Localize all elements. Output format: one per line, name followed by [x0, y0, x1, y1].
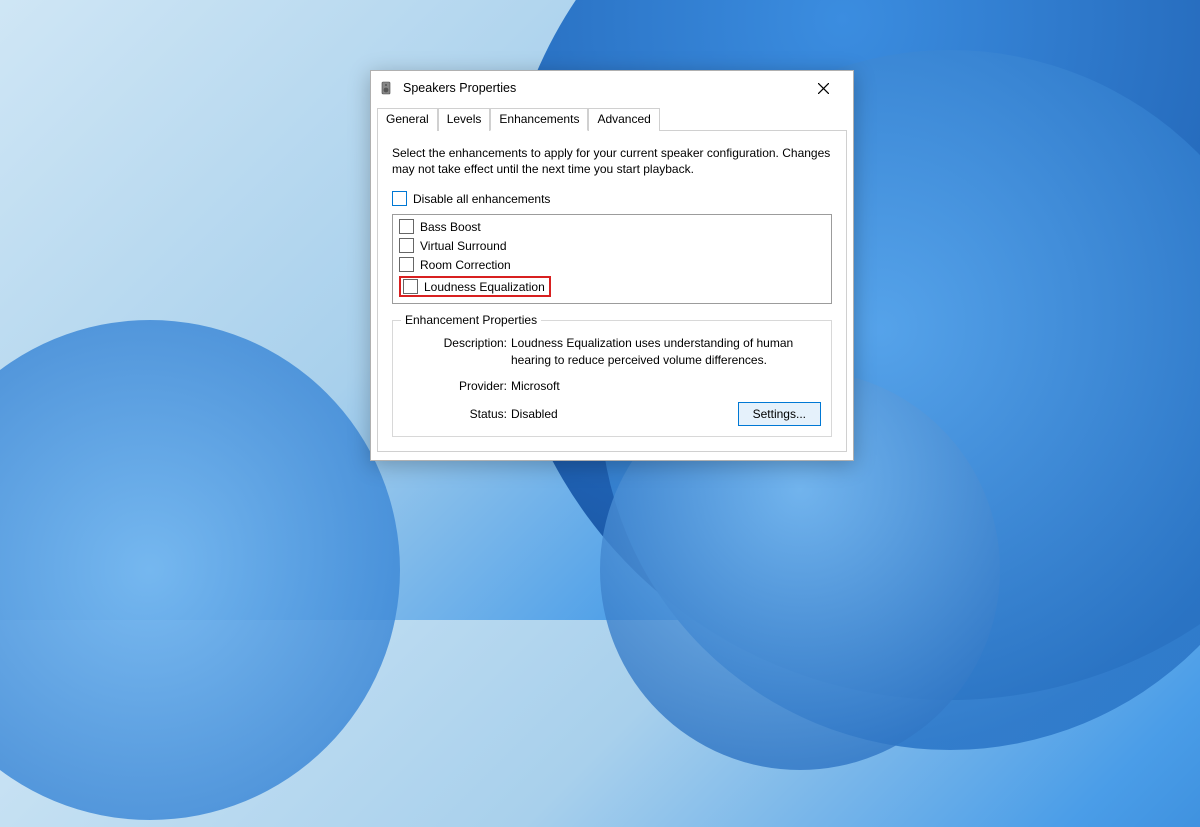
description-label: Description: — [403, 335, 511, 367]
loudness-eq-highlight: Loudness Equalization — [399, 276, 551, 297]
list-item-room-correction[interactable]: Room Correction — [399, 257, 825, 272]
list-item-label: Room Correction — [420, 258, 511, 272]
list-item-bass-boost[interactable]: Bass Boost — [399, 219, 825, 234]
settings-button[interactable]: Settings... — [738, 402, 821, 426]
close-icon — [818, 83, 829, 94]
provider-row: Provider: Microsoft — [403, 378, 821, 394]
wallpaper-swirl — [0, 320, 400, 820]
window-title: Speakers Properties — [403, 81, 516, 95]
close-button[interactable] — [801, 73, 845, 103]
list-item-label: Loudness Equalization — [424, 280, 545, 294]
checkbox-icon — [399, 238, 414, 253]
list-item-virtual-surround[interactable]: Virtual Surround — [399, 238, 825, 253]
status-row: Status: Disabled Settings... — [403, 402, 821, 426]
list-item-label: Virtual Surround — [420, 239, 507, 253]
group-legend: Enhancement Properties — [401, 313, 541, 327]
tab-panel-enhancements: Select the enhancements to apply for you… — [377, 130, 847, 452]
checkbox-icon — [399, 257, 414, 272]
status-label: Status: — [403, 407, 511, 421]
checkbox-icon — [392, 191, 407, 206]
tab-advanced[interactable]: Advanced — [588, 108, 659, 131]
disable-all-row[interactable]: Disable all enhancements — [392, 191, 832, 206]
list-item-label: Bass Boost — [420, 220, 481, 234]
disable-all-label: Disable all enhancements — [413, 192, 550, 206]
status-value: Disabled — [511, 407, 738, 421]
enhancements-listbox: Bass Boost Virtual Surround Room Correct… — [392, 214, 832, 304]
tab-levels[interactable]: Levels — [438, 108, 491, 131]
tab-strip: General Levels Enhancements Advanced — [371, 105, 853, 130]
provider-value: Microsoft — [511, 378, 821, 394]
provider-label: Provider: — [403, 378, 511, 394]
tab-general[interactable]: General — [377, 108, 438, 131]
list-item-loudness-eq[interactable]: Loudness Equalization — [399, 276, 825, 297]
speaker-icon — [379, 80, 395, 96]
checkbox-icon — [403, 279, 418, 294]
description-value: Loudness Equalization uses understanding… — [511, 335, 821, 367]
titlebar: Speakers Properties — [371, 71, 853, 105]
description-row: Description: Loudness Equalization uses … — [403, 335, 821, 367]
checkbox-icon — [399, 219, 414, 234]
tab-enhancements[interactable]: Enhancements — [490, 108, 588, 131]
enhancement-properties-group: Enhancement Properties Description: Loud… — [392, 320, 832, 437]
intro-text: Select the enhancements to apply for you… — [392, 145, 832, 177]
speakers-properties-dialog: Speakers Properties General Levels Enhan… — [370, 70, 854, 461]
